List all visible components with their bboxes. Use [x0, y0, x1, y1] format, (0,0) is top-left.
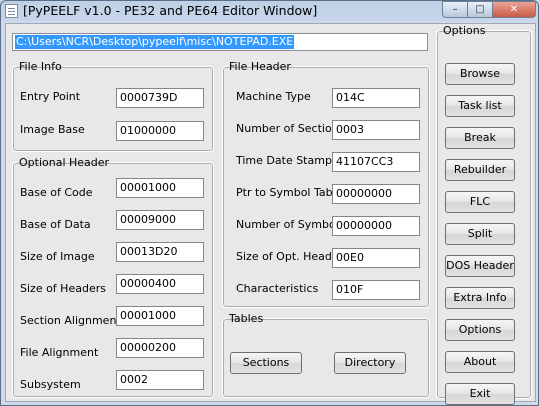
- entry-point-label: Entry Point: [20, 90, 81, 103]
- time-date-stamp-field[interactable]: 41107CC3: [332, 152, 420, 172]
- break-button[interactable]: Break: [445, 127, 515, 149]
- extra-info-button[interactable]: Extra Info: [445, 287, 515, 309]
- rebuilder-button[interactable]: Rebuilder: [445, 159, 515, 181]
- browse-button[interactable]: Browse: [445, 63, 515, 85]
- size-of-headers-label: Size of Headers: [20, 282, 106, 295]
- characteristics-label: Characteristics: [236, 282, 319, 295]
- size-of-headers-field[interactable]: 00000400: [116, 274, 204, 294]
- section-alignment-label: Section Alignment: [20, 314, 121, 327]
- options-group: Options Browse Task list Break Rebuilder…: [436, 24, 532, 405]
- file-alignment-label: File Alignment: [20, 346, 99, 359]
- number-of-sections-field[interactable]: 0003: [332, 120, 420, 140]
- exit-button[interactable]: Exit: [445, 383, 515, 405]
- optional-header-legend: Optional Header: [19, 156, 110, 169]
- file-info-legend: File Info: [19, 60, 62, 73]
- options-button[interactable]: Options: [445, 319, 515, 341]
- file-header-legend: File Header: [229, 60, 291, 73]
- number-of-sections-label: Number of Sections: [236, 122, 345, 135]
- options-legend: Options: [443, 24, 486, 37]
- size-of-opt-header-label: Size of Opt. Header: [236, 250, 344, 263]
- directory-button[interactable]: Directory: [334, 352, 406, 374]
- size-of-opt-header-field[interactable]: 00E0: [332, 248, 420, 268]
- base-of-data-field[interactable]: 00009000: [116, 210, 204, 230]
- entry-point-field[interactable]: 0000739D: [116, 88, 204, 108]
- base-of-code-label: Base of Code: [20, 186, 93, 199]
- app-icon: [5, 4, 18, 18]
- client-area: C:\Users\NCR\Desktop\pypeelf\misc\NOTEPA…: [5, 23, 536, 405]
- task-list-button[interactable]: Task list: [445, 95, 515, 117]
- split-button[interactable]: Split: [445, 223, 515, 245]
- ptr-to-symbol-table-label: Ptr to Symbol Table: [236, 186, 343, 199]
- machine-type-field[interactable]: 014C: [332, 88, 420, 108]
- image-base-label: Image Base: [20, 123, 85, 136]
- machine-type-label: Machine Type: [236, 90, 311, 103]
- section-alignment-field[interactable]: 00001000: [116, 306, 204, 326]
- subsystem-field[interactable]: 0002: [116, 370, 204, 390]
- dos-header-button[interactable]: DOS Header: [445, 255, 515, 277]
- file-alignment-field[interactable]: 00000200: [116, 338, 204, 358]
- file-path-text: C:\Users\NCR\Desktop\pypeelf\misc\NOTEPA…: [15, 35, 295, 49]
- minimize-button[interactable]: –: [442, 1, 468, 18]
- subsystem-label: Subsystem: [20, 378, 81, 391]
- close-button[interactable]: ✕: [492, 1, 536, 18]
- base-of-code-field[interactable]: 00001000: [116, 178, 204, 198]
- characteristics-field[interactable]: 010F: [332, 280, 420, 300]
- title-bar[interactable]: [PyPEELF v1.0 - PE32 and PE64 Editor Win…: [1, 1, 538, 21]
- tables-legend: Tables: [229, 312, 264, 325]
- flc-button[interactable]: FLC: [445, 191, 515, 213]
- size-of-image-label: Size of Image: [20, 250, 95, 263]
- ptr-to-symbol-table-field[interactable]: 00000000: [332, 184, 420, 204]
- window-title: [PyPEELF v1.0 - PE32 and PE64 Editor Win…: [23, 3, 318, 18]
- time-date-stamp-label: Time Date Stamp: [236, 154, 332, 167]
- sections-button[interactable]: Sections: [230, 352, 302, 374]
- number-of-symbols-label: Number of Symbols: [236, 218, 345, 231]
- maximize-button[interactable]: □: [467, 1, 493, 18]
- base-of-data-label: Base of Data: [20, 218, 91, 231]
- about-button[interactable]: About: [445, 351, 515, 373]
- size-of-image-field[interactable]: 00013D20: [116, 242, 204, 262]
- main-window: [PyPEELF v1.0 - PE32 and PE64 Editor Win…: [0, 0, 539, 406]
- image-base-field[interactable]: 01000000: [116, 121, 204, 141]
- file-path-input[interactable]: C:\Users\NCR\Desktop\pypeelf\misc\NOTEPA…: [12, 33, 428, 51]
- number-of-symbols-field[interactable]: 00000000: [332, 216, 420, 236]
